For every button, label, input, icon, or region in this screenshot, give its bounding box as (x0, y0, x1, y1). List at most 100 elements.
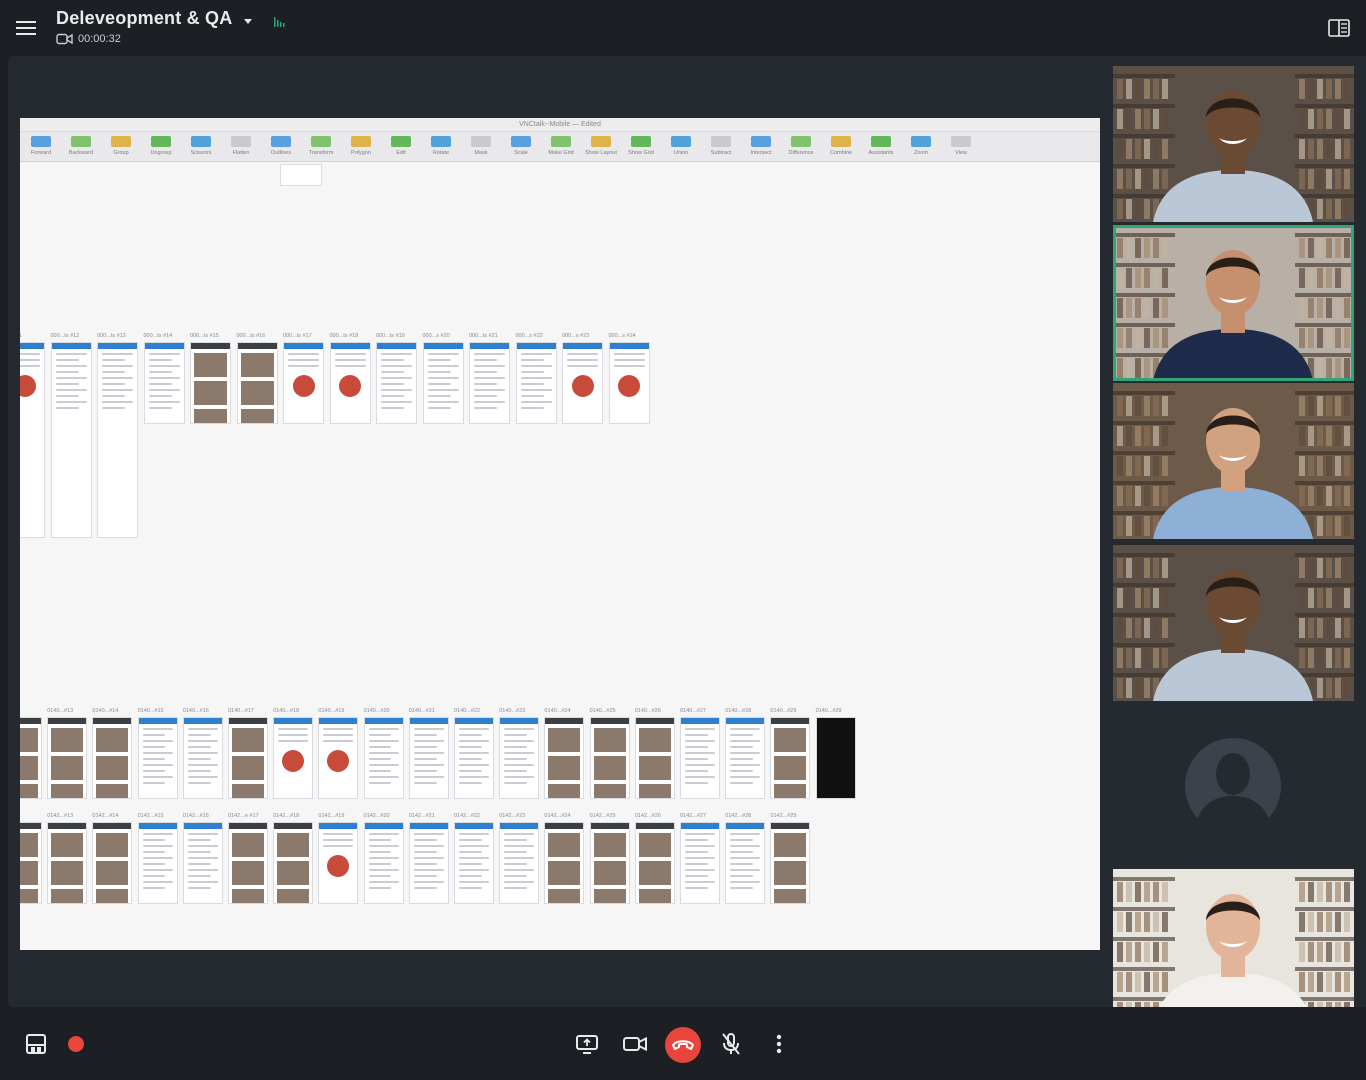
artboard (562, 342, 603, 424)
shared-tool: Subtract (704, 132, 738, 156)
artboard-label: 0140...#28 (725, 708, 752, 714)
shared-tool-icon (391, 136, 411, 147)
shared-tool: Flatten (224, 132, 258, 156)
artboard (137, 822, 178, 904)
call-header: Deleveopment & QA 00:00:32 (0, 0, 1366, 56)
shared-tool-icon (511, 136, 531, 147)
artboard (363, 717, 404, 799)
shared-tool-label: Mask (474, 150, 488, 156)
artboard (589, 822, 630, 904)
artboard-label: 000...ts #13 (97, 333, 126, 339)
artboard (634, 822, 675, 904)
artboard (454, 822, 494, 904)
shared-tool-label: Show Layout (585, 150, 617, 156)
shared-tool: Difference (784, 132, 818, 156)
artboard (190, 342, 231, 424)
chevron-down-icon[interactable] (242, 16, 254, 28)
shared-tool-icon (111, 136, 131, 147)
call-title-group: Deleveopment & QA 00:00:32 (56, 8, 285, 45)
participant-video-tile[interactable] (1113, 66, 1354, 222)
artboard-label: 000...ts #12 (50, 333, 80, 339)
artboard (273, 822, 314, 904)
artboard (182, 717, 223, 799)
participant-video-tile[interactable] (1113, 869, 1354, 1025)
shared-tool-label: Make Grid (548, 150, 574, 156)
artboard-label: 0140...#19 (318, 708, 345, 714)
artboard (283, 342, 324, 424)
artboard (182, 822, 223, 904)
shared-tool-label: View (955, 150, 967, 156)
shared-tool-icon (151, 136, 171, 147)
shared-tool: Combine (824, 132, 858, 156)
artboard-label: 0142...#16 (182, 813, 209, 819)
artboard-label: 000...ts #18 (329, 333, 359, 339)
record-button[interactable] (68, 1036, 84, 1052)
shared-tool: Show Layout (584, 132, 618, 156)
artboard-label: 000...s #23 (562, 333, 590, 339)
artboard (770, 717, 811, 799)
artboard-label: 0140...#17 (228, 708, 254, 714)
shared-tool-label: Ungroup (150, 150, 172, 156)
shared-tool-label: Scissors (190, 150, 212, 156)
participants-panel (1102, 56, 1366, 1025)
save-icon[interactable] (22, 1030, 50, 1058)
shared-dropdown (280, 164, 322, 186)
artboard (608, 342, 650, 424)
artboard-label: 0142...#27 (680, 813, 706, 819)
artboard-label: 000...s #24 (608, 333, 636, 339)
artboard-label: 0140...#18 (273, 708, 300, 714)
microphone-muted-icon[interactable] (717, 1030, 745, 1058)
shared-tool-icon (351, 136, 371, 147)
camera-icon[interactable] (621, 1030, 649, 1058)
menu-icon[interactable] (16, 18, 40, 40)
shared-tool: Intersect (744, 132, 778, 156)
participant-video-icon (1113, 869, 1354, 1025)
shared-tool: Assistants (864, 132, 898, 156)
artboard-label: 0142...#29 (770, 813, 797, 819)
participant-avatar-tile[interactable] (1113, 704, 1354, 860)
call-title[interactable]: Deleveopment & QA (56, 8, 232, 29)
shared-tool-icon (311, 136, 331, 147)
artboard (499, 822, 540, 904)
participant-video-tile[interactable] (1113, 225, 1354, 381)
artboard-label: 0142...#23 (499, 813, 526, 819)
screen-share[interactable]: VNCtalk--Mobile — Edited Forward Backward… (20, 118, 1100, 950)
shared-app-toolbar: Forward Backward Group Ungroup Scissors Flatt… (20, 132, 1100, 162)
shared-tool-icon (791, 136, 811, 147)
artboard-label: ...k #11 (20, 333, 22, 339)
shared-tool-label: Scale (514, 150, 528, 156)
artboard-label: 000...ts #17 (283, 333, 312, 339)
artboard (469, 342, 510, 424)
artboard (376, 342, 417, 424)
artboard (318, 717, 359, 799)
participant-video-icon (1113, 383, 1354, 539)
shared-tool: Transform (304, 132, 338, 156)
artboard (20, 822, 42, 904)
artboard-label: 0140...#16 (182, 708, 209, 714)
artboard-label: 0142...#15 (137, 813, 164, 819)
artboard (454, 717, 494, 799)
artboard (770, 822, 811, 904)
more-options-icon[interactable] (765, 1030, 793, 1058)
artboard (329, 342, 371, 424)
shared-tool-icon (871, 136, 891, 147)
artboard-label: 000...ts #21 (469, 333, 498, 339)
participant-video-tile[interactable] (1113, 545, 1354, 701)
shared-tool-label: Flatten (232, 150, 250, 156)
artboard-label: 0142...#25 (589, 813, 616, 819)
shared-tool-label: Show Grid (628, 150, 654, 156)
shared-tool-label: Zoom (913, 150, 929, 156)
artboard-label: 000...s #20 (422, 333, 450, 339)
artboard (680, 822, 720, 904)
side-panel-toggle-icon[interactable] (1328, 18, 1350, 38)
artboard (725, 822, 766, 904)
artboard-label: 0142...#19 (318, 813, 345, 819)
artboard (815, 717, 856, 799)
screen-share-icon[interactable] (573, 1030, 601, 1058)
shared-tool: Group (104, 132, 138, 156)
shared-tool: Ungroup (144, 132, 178, 156)
hang-up-button[interactable] (665, 1027, 701, 1063)
shared-tool-icon (831, 136, 851, 147)
artboard-label: 0142...#18 (273, 813, 300, 819)
participant-video-tile[interactable] (1113, 383, 1354, 539)
